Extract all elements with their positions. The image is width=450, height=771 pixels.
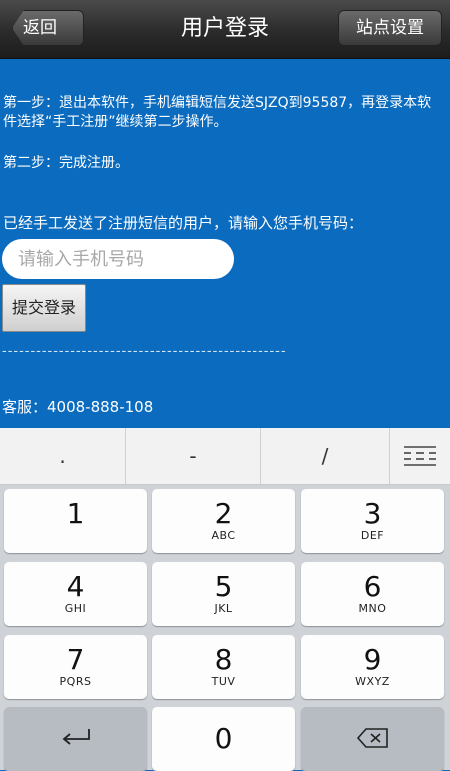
key-period[interactable]: .	[0, 428, 126, 484]
return-arrow-icon	[4, 726, 147, 754]
nav-bar: 返回 用户登录 站点设置	[0, 0, 450, 59]
key-3[interactable]: 3 DEF	[301, 489, 444, 553]
key-digit: 5	[214, 570, 233, 603]
key-letters: JKL	[214, 602, 233, 615]
step-one-text: 第一步：退出本软件，手机编辑短信发送SJZQ到95587，再登录本软件选择“手工…	[3, 95, 432, 130]
enter-key[interactable]	[4, 707, 147, 771]
numeric-keypad: 1 2 ABC 3 DEF 4 GHI 5 JKL 6 MNO 7 PQRS 8…	[0, 485, 450, 771]
key-letters: DEF	[360, 529, 385, 542]
submit-login-button[interactable]: 提交登录	[2, 284, 86, 332]
dashed-divider: ----------------------------------------…	[2, 344, 287, 359]
key-digit: 7	[66, 643, 85, 676]
key-1[interactable]: 1	[4, 489, 147, 553]
step-two-text: 第二步：完成注册。	[3, 155, 129, 171]
key-letters: MNO	[358, 602, 387, 615]
backspace-icon	[301, 727, 444, 753]
phone-number-input[interactable]	[2, 239, 234, 279]
key-digit: 6	[363, 570, 382, 603]
key-2[interactable]: 2 ABC	[152, 489, 295, 553]
key-9[interactable]: 9 WXYZ	[301, 635, 444, 699]
key-8[interactable]: 8 TUV	[152, 635, 295, 699]
key-0[interactable]: 0	[152, 707, 295, 771]
keyboard-lines-icon[interactable]	[390, 428, 450, 484]
site-settings-button[interactable]: 站点设置	[338, 10, 442, 46]
key-digit: 1	[66, 497, 85, 530]
key-digit: 3	[363, 497, 382, 530]
key-letters: WXYZ	[355, 675, 390, 688]
key-digit: 2	[214, 497, 233, 530]
keyboard-symbol-row: . - /	[0, 428, 450, 485]
key-slash[interactable]: /	[261, 428, 390, 484]
key-letters: PQRS	[59, 675, 92, 688]
delete-key[interactable]	[301, 707, 444, 771]
key-dash[interactable]: -	[126, 428, 261, 484]
key-7[interactable]: 7 PQRS	[4, 635, 147, 699]
key-letters: GHI	[64, 602, 87, 615]
key-4[interactable]: 4 GHI	[4, 562, 147, 626]
key-digit: 9	[363, 643, 382, 676]
key-digit: 4	[66, 570, 85, 603]
key-6[interactable]: 6 MNO	[301, 562, 444, 626]
key-letters: TUV	[211, 675, 236, 688]
key-letters: ABC	[211, 529, 236, 542]
registration-panel: 第一步：退出本软件，手机编辑短信发送SJZQ到95587，再登录本软件选择“手工…	[0, 58, 450, 428]
key-digit: 8	[214, 643, 233, 676]
key-5[interactable]: 5 JKL	[152, 562, 295, 626]
key-digit: 0	[214, 722, 233, 755]
phone-prompt: 已经手工发送了注册短信的用户，请输入您手机号码：	[3, 214, 364, 232]
customer-service-text: 客服：4008-888-108	[2, 398, 154, 416]
